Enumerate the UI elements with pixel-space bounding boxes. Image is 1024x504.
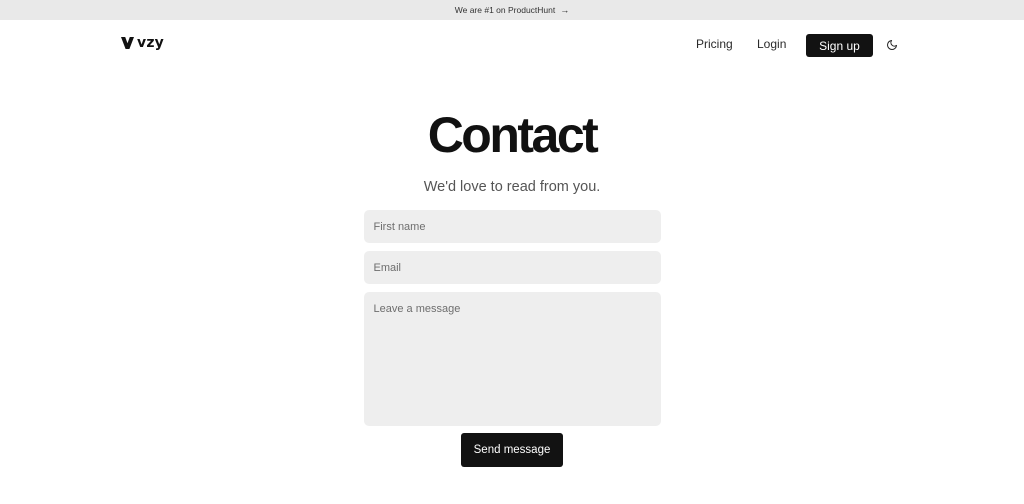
arrow-right-icon: → bbox=[560, 4, 570, 15]
moon-icon bbox=[887, 40, 897, 50]
message-textarea[interactable] bbox=[363, 292, 661, 426]
page-title: Contact bbox=[427, 107, 599, 163]
nav-link-login[interactable]: Login bbox=[757, 37, 786, 51]
contact-section: Contact We'd love to read from you. Send… bbox=[0, 72, 1024, 467]
first-name-input[interactable] bbox=[363, 210, 661, 243]
send-message-button[interactable]: Send message bbox=[461, 433, 563, 467]
v-logo-icon bbox=[121, 37, 134, 49]
theme-toggle-button[interactable] bbox=[885, 38, 899, 52]
contact-form: Send message bbox=[363, 210, 661, 467]
email-input[interactable] bbox=[363, 251, 661, 284]
announcement-text[interactable]: We are #1 on ProductHunt bbox=[455, 5, 556, 15]
signup-button[interactable]: Sign up bbox=[806, 34, 873, 57]
nav-link-pricing[interactable]: Pricing bbox=[696, 37, 733, 51]
page-subtitle: We'd love to read from you. bbox=[423, 179, 601, 195]
top-navigation: vzy Pricing Login Sign up bbox=[0, 20, 1024, 72]
announcement-bar[interactable]: We are #1 on ProductHunt → bbox=[0, 0, 1024, 20]
logo-text: vzy bbox=[137, 35, 165, 51]
logo[interactable]: vzy bbox=[121, 35, 164, 51]
